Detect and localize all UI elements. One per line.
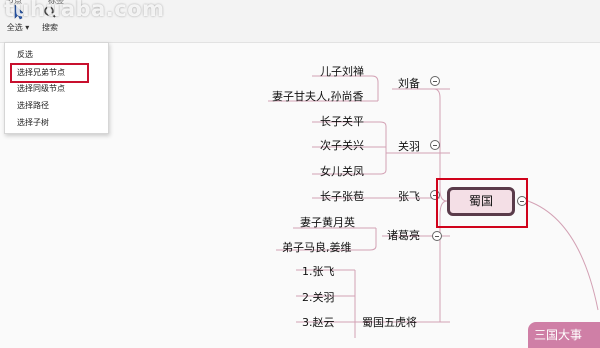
- branch-node-tigers[interactable]: 蜀国五虎将: [362, 314, 417, 330]
- collapse-toggle-icon[interactable]: [430, 140, 440, 150]
- center-highlight-box: [436, 178, 528, 228]
- menu-item-select-path[interactable]: 选择路径: [17, 99, 49, 112]
- leaf-node[interactable]: 1.张飞: [302, 263, 335, 279]
- leaf-node[interactable]: 妻子甘夫人,孙尚香: [272, 88, 364, 104]
- branch-node-guanyu[interactable]: 关羽: [398, 138, 420, 154]
- branch-node-zhugeliang[interactable]: 诸葛亮: [387, 227, 420, 243]
- leaf-node[interactable]: 儿子刘禅: [320, 63, 364, 79]
- leaf-node[interactable]: 长子关平: [320, 113, 364, 129]
- menu-highlight-box: [10, 63, 89, 83]
- leaf-node[interactable]: 次子关兴: [320, 137, 364, 153]
- leaf-node[interactable]: 3.赵云: [302, 314, 335, 330]
- select-dropdown-menu: 反选 选择兄弟节点 选择同级节点 选择路径 选择子树: [4, 42, 109, 134]
- leaf-node[interactable]: 2.关羽: [302, 289, 335, 305]
- collapse-toggle-icon[interactable]: [430, 76, 440, 86]
- menu-item-invert-selection[interactable]: 反选: [17, 48, 33, 61]
- collapse-toggle-icon[interactable]: [432, 231, 442, 241]
- branch-node-zhangfei[interactable]: 张飞: [398, 188, 420, 204]
- leaf-node[interactable]: 长子张苞: [320, 188, 364, 204]
- leaf-node[interactable]: 妻子黄月英: [300, 214, 355, 230]
- branch-node-liubei[interactable]: 刘备: [398, 75, 420, 91]
- menu-item-select-same-level[interactable]: 选择同级节点: [17, 82, 65, 95]
- leaf-node[interactable]: 弟子马良,姜维: [282, 239, 352, 255]
- corner-topic-node[interactable]: 三国大事: [528, 322, 600, 348]
- leaf-node[interactable]: 女儿关凤: [320, 163, 364, 179]
- menu-item-select-subtree[interactable]: 选择子树: [17, 116, 49, 129]
